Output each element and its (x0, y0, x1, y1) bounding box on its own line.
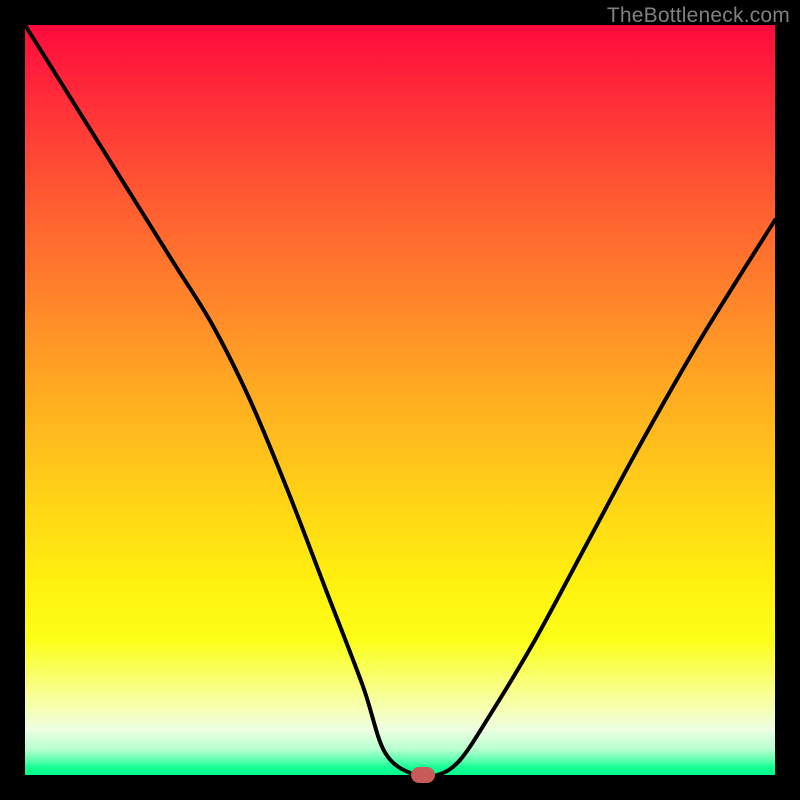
plot-area (25, 25, 775, 775)
bottleneck-curve (25, 25, 775, 775)
optimal-point-marker (411, 767, 435, 783)
curve-path (25, 25, 775, 777)
chart-frame: TheBottleneck.com (0, 0, 800, 800)
